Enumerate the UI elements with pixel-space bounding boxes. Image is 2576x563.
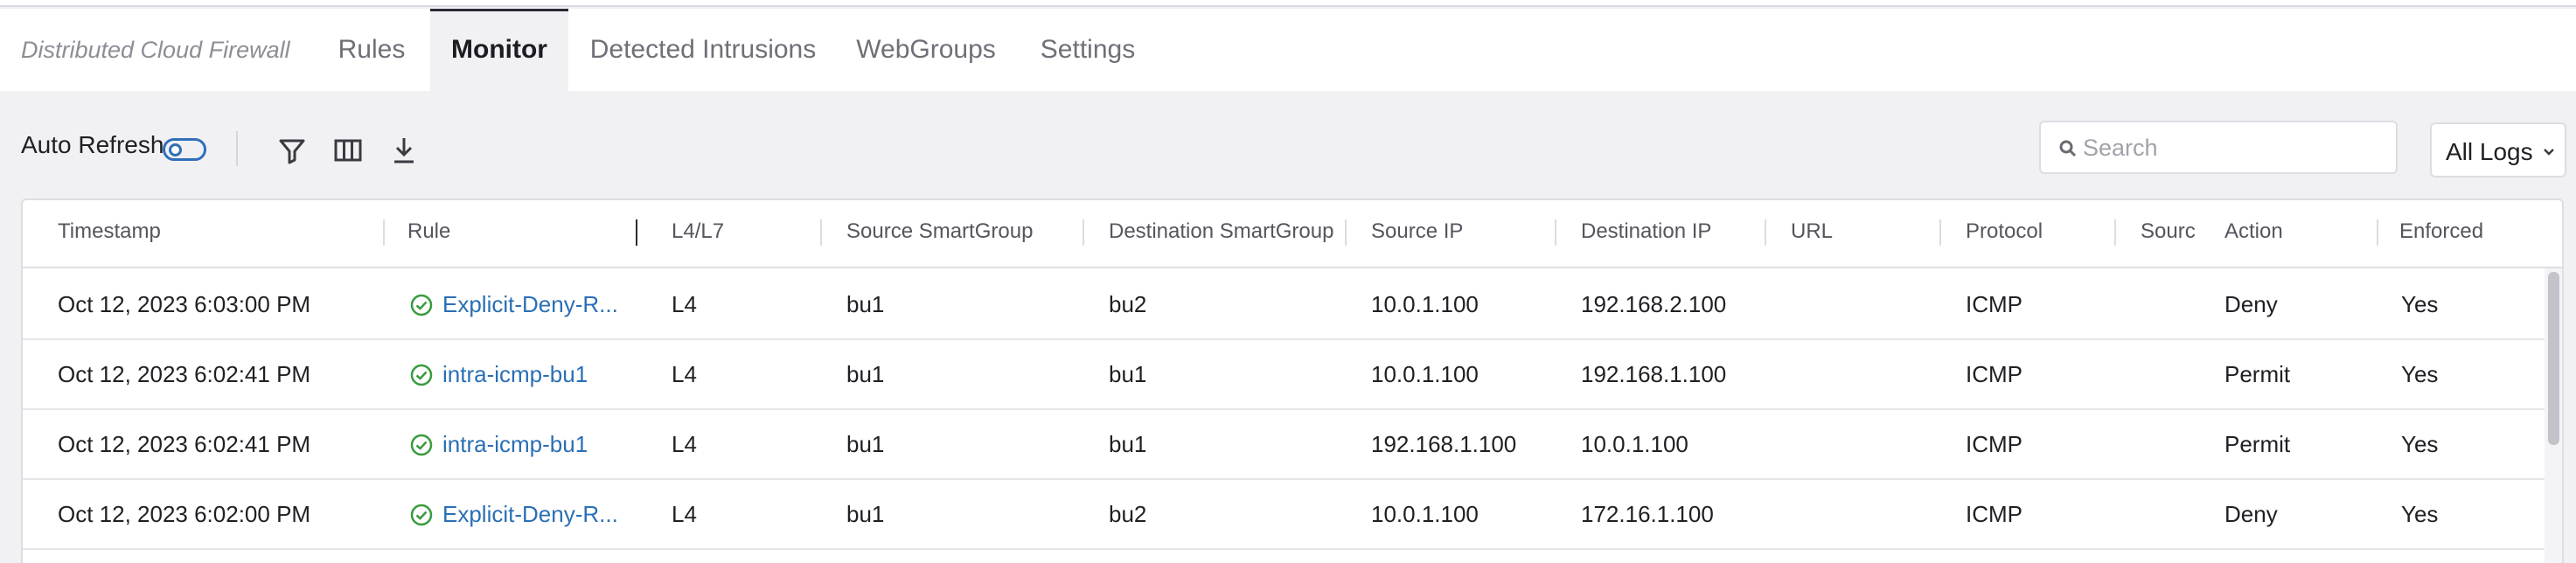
chevron-down-icon bbox=[2544, 149, 2554, 156]
cell-timestamp: Oct 12, 2023 6:02:41 PM bbox=[58, 431, 311, 457]
cell-source-smartgroup: bu1 bbox=[846, 361, 885, 387]
col-header-source-ip[interactable]: Source IP bbox=[1371, 219, 1528, 244]
cell-protocol: ICMP bbox=[1966, 431, 2023, 457]
cell-l4l7: L4 bbox=[672, 431, 697, 457]
cell-protocol: ICMP bbox=[1966, 361, 2023, 387]
col-header-rule[interactable]: Rule bbox=[407, 219, 582, 244]
rule-name: Explicit-Deny-R... bbox=[442, 501, 618, 527]
cell-source-ip: 10.0.1.100 bbox=[1371, 501, 1479, 527]
cell-protocol: ICMP bbox=[1966, 291, 2023, 317]
cell-destination-ip: 10.0.1.100 bbox=[1581, 431, 1688, 457]
column-separator bbox=[1555, 219, 1556, 246]
column-separator bbox=[1083, 219, 1084, 246]
col-header-url[interactable]: URL bbox=[1791, 219, 1931, 244]
cell-enforced: Yes bbox=[2401, 291, 2439, 317]
rule-name: intra-icmp-bu1 bbox=[442, 361, 588, 387]
table-header: Timestamp Rule L4/L7 Source SmartGroup D… bbox=[23, 200, 2562, 268]
column-separator bbox=[1939, 219, 1941, 246]
cell-action: Deny bbox=[2224, 291, 2278, 317]
cell-source-smartgroup: bu1 bbox=[846, 431, 885, 457]
cell-destination-smartgroup: bu1 bbox=[1109, 431, 1147, 457]
table-row[interactable]: Oct 12, 2023 6:02:00 PM Explicit-Deny-R.… bbox=[23, 480, 2545, 550]
auto-refresh-toggle[interactable] bbox=[163, 138, 206, 161]
col-header-source-smartgroup[interactable]: Source SmartGroup bbox=[846, 219, 1074, 244]
auto-refresh-label: Auto Refresh bbox=[21, 131, 164, 158]
col-header-action[interactable]: Action bbox=[2224, 219, 2347, 244]
cell-rule-link[interactable]: Explicit-Deny-R... bbox=[409, 291, 644, 318]
search-box bbox=[2039, 121, 2398, 174]
check-circle-icon bbox=[410, 364, 433, 386]
check-circle-icon bbox=[410, 294, 433, 316]
cell-action: Deny bbox=[2224, 501, 2278, 527]
log-type-dropdown[interactable]: All Logs bbox=[2430, 122, 2566, 177]
tab-monitor[interactable]: Monitor bbox=[430, 9, 568, 91]
col-header-destination-smartgroup[interactable]: Destination SmartGroup bbox=[1109, 219, 1343, 244]
cell-timestamp: Oct 12, 2023 6:02:41 PM bbox=[58, 361, 311, 387]
cell-destination-ip: 192.168.2.100 bbox=[1581, 291, 1727, 317]
cell-rule-link[interactable]: intra-icmp-bu1 bbox=[409, 431, 644, 458]
column-separator bbox=[1345, 219, 1347, 246]
cell-enforced: Yes bbox=[2401, 431, 2439, 457]
cell-timestamp: Oct 12, 2023 6:03:00 PM bbox=[58, 291, 311, 317]
cell-destination-smartgroup: bu1 bbox=[1109, 361, 1147, 387]
toggle-knob bbox=[169, 143, 182, 156]
check-circle-icon bbox=[410, 504, 433, 525]
col-header-protocol[interactable]: Protocol bbox=[1966, 219, 2106, 244]
column-separator bbox=[1765, 219, 1766, 246]
cell-source-smartgroup: bu1 bbox=[846, 291, 885, 317]
cell-destination-ip: 192.168.1.100 bbox=[1581, 361, 1727, 387]
cell-action: Permit bbox=[2224, 361, 2291, 387]
col-header-l4l7[interactable]: L4/L7 bbox=[672, 219, 776, 244]
tab-settings[interactable]: Settings bbox=[1030, 9, 1145, 91]
column-separator bbox=[820, 219, 822, 246]
column-separator bbox=[2377, 219, 2378, 246]
column-separator bbox=[2114, 219, 2116, 246]
filter-icon[interactable] bbox=[275, 133, 310, 168]
col-header-timestamp[interactable]: Timestamp bbox=[58, 219, 224, 244]
cell-l4l7: L4 bbox=[672, 361, 697, 387]
log-type-value: All Logs bbox=[2446, 138, 2533, 165]
col-header-enforced[interactable]: Enforced bbox=[2399, 219, 2539, 244]
column-resize-handle[interactable] bbox=[636, 219, 637, 246]
cell-destination-smartgroup: bu2 bbox=[1109, 291, 1147, 317]
cell-timestamp: Oct 12, 2023 6:02:00 PM bbox=[58, 501, 311, 527]
cell-l4l7: L4 bbox=[672, 501, 697, 527]
cell-source-ip: 10.0.1.100 bbox=[1371, 361, 1479, 387]
column-separator bbox=[383, 219, 385, 246]
cell-source-ip: 10.0.1.100 bbox=[1371, 291, 1479, 317]
toolbar-divider bbox=[236, 131, 238, 166]
cell-rule-link[interactable]: intra-icmp-bu1 bbox=[409, 361, 644, 388]
cell-source-smartgroup: bu1 bbox=[846, 501, 885, 527]
col-header-source-port[interactable]: Sourc bbox=[2141, 219, 2195, 244]
cell-rule-link[interactable]: Explicit-Deny-R... bbox=[409, 501, 644, 528]
tab-rules[interactable]: Rules bbox=[324, 9, 420, 91]
tab-detected-intrusions[interactable]: Detected Intrusions bbox=[584, 9, 822, 91]
search-input[interactable] bbox=[2083, 131, 2380, 164]
app-title: Distributed Cloud Firewall bbox=[21, 37, 290, 63]
cell-l4l7: L4 bbox=[672, 291, 697, 317]
top-border bbox=[0, 0, 2576, 7]
cell-source-ip: 192.168.1.100 bbox=[1371, 431, 1517, 457]
table-row[interactable]: Oct 12, 2023 6:02:41 PM intra-icmp-bu1 L… bbox=[23, 340, 2545, 410]
tab-bar: Distributed Cloud Firewall Rules Monitor… bbox=[0, 9, 2576, 91]
cell-destination-smartgroup: bu2 bbox=[1109, 501, 1147, 527]
cell-action: Permit bbox=[2224, 431, 2291, 457]
rule-name: Explicit-Deny-R... bbox=[442, 291, 618, 317]
rule-name: intra-icmp-bu1 bbox=[442, 431, 588, 457]
logs-table: Timestamp Rule L4/L7 Source SmartGroup D… bbox=[21, 198, 2564, 563]
table-row[interactable]: Oct 12, 2023 6:03:00 PM Explicit-Deny-R.… bbox=[23, 270, 2545, 340]
cell-protocol: ICMP bbox=[1966, 501, 2023, 527]
tab-webgroups[interactable]: WebGroups bbox=[846, 9, 1006, 91]
col-header-destination-ip[interactable]: Destination IP bbox=[1581, 219, 1756, 244]
columns-icon[interactable] bbox=[331, 133, 366, 168]
download-icon[interactable] bbox=[386, 133, 421, 168]
check-circle-icon bbox=[410, 434, 433, 455]
cell-enforced: Yes bbox=[2401, 501, 2439, 527]
table-row[interactable]: Oct 12, 2023 6:02:41 PM intra-icmp-bu1 L… bbox=[23, 410, 2545, 480]
search-icon bbox=[2059, 140, 2077, 157]
cell-enforced: Yes bbox=[2401, 361, 2439, 387]
cell-destination-ip: 172.16.1.100 bbox=[1581, 501, 1714, 527]
table-scrollbar-thumb[interactable] bbox=[2548, 272, 2559, 445]
